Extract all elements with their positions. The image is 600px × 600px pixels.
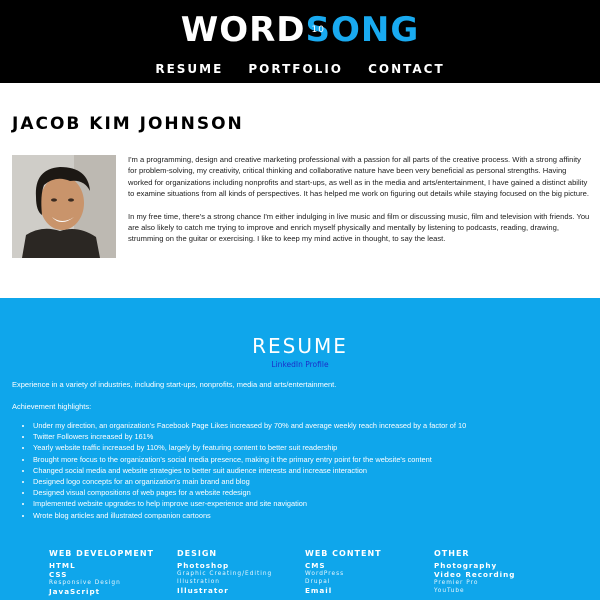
site-logo[interactable]: WORDS 10 ONG	[0, 10, 600, 50]
skill-item: Photoshop	[177, 561, 230, 570]
bio-paragraph: In my free time, there's a strong chance…	[128, 211, 590, 244]
resume-section: RESUME LinkedIn Profile Experience in a …	[0, 298, 600, 600]
skill-subitem: Drupal	[305, 579, 331, 585]
logo-word: WORD	[180, 10, 306, 50]
nav-portfolio[interactable]: PORTFOLIO	[248, 62, 343, 76]
skill-item: Email	[305, 586, 333, 595]
skill-subitem: Illustration	[177, 579, 220, 585]
skill-item: Video Recording	[434, 570, 516, 579]
skill-subitem: Graphic Creating/Editing	[177, 571, 273, 577]
skill-item: CMS	[305, 561, 326, 570]
linkedin-profile-link[interactable]: LinkedIn Profile	[0, 360, 600, 369]
main-nav: RESUME PORTFOLIO CONTACT	[0, 58, 600, 77]
nav-contact[interactable]: CONTACT	[368, 62, 445, 76]
skill-subitem: Responsive Design	[49, 580, 121, 586]
profile-bio: I'm a programming, design and creative m…	[128, 154, 590, 256]
skill-heading: DESIGN	[177, 549, 218, 558]
highlight-item: Under my direction, an organization's Fa…	[33, 420, 466, 431]
highlight-item: Designed logo concepts for an organizati…	[33, 476, 466, 487]
skill-column-web-development: WEB DEVELOPMENT HTML CSS Responsive Desi…	[49, 549, 169, 596]
highlight-item: Wrote blog articles and illustrated comp…	[33, 510, 466, 521]
nav-resume[interactable]: RESUME	[155, 62, 223, 76]
skill-column-web-content: WEB CONTENT CMS WordPress Drupal Email	[305, 549, 425, 595]
skill-column-design: DESIGN Photoshop Graphic Creating/Editin…	[177, 549, 297, 595]
skill-subitem: YouTube	[434, 588, 465, 594]
highlights-heading: Achievement highlights:	[12, 402, 92, 411]
skill-subitem: WordPress	[305, 571, 345, 577]
skill-item: HTML	[49, 561, 76, 570]
highlight-item: Brought more focus to the organization's…	[33, 454, 466, 465]
highlight-item: Changed social media and website strateg…	[33, 465, 466, 476]
bio-paragraph: I'm a programming, design and creative m…	[128, 155, 589, 199]
skill-item: JavaScript	[49, 587, 101, 596]
skill-heading: WEB DEVELOPMENT	[49, 549, 154, 558]
resume-intro: Experience in a variety of industries, i…	[12, 380, 337, 389]
skill-item: Illustrator	[177, 586, 229, 595]
profile-photo	[12, 155, 116, 258]
skill-heading: OTHER	[434, 549, 470, 558]
highlight-item: Implemented website upgrades to help imp…	[33, 498, 466, 509]
skill-column-other: OTHER Photography Video Recording Premie…	[434, 549, 554, 595]
skill-item: CSS	[49, 570, 68, 579]
skill-item: Photography	[434, 561, 498, 570]
site-header: WORDS 10 ONG RESUME PORTFOLIO CONTACT	[0, 0, 600, 83]
logo-s-number: 10	[311, 25, 325, 35]
highlight-item: Twitter Followers increased by 161%	[33, 431, 466, 442]
highlight-item: Yearly website traffic increased by 110%…	[33, 442, 466, 453]
highlight-item: Designed visual compositions of web page…	[33, 487, 466, 498]
logo-s-letter: S 10	[305, 10, 332, 50]
profile-name: JACOB KIM JOHNSON	[12, 114, 244, 134]
resume-title: RESUME	[252, 334, 348, 358]
highlights-list: Under my direction, an organization's Fa…	[20, 420, 466, 521]
skill-heading: WEB CONTENT	[305, 549, 382, 558]
skill-subitem: Premier Pro	[434, 580, 479, 586]
logo-ong: ONG	[331, 10, 420, 50]
